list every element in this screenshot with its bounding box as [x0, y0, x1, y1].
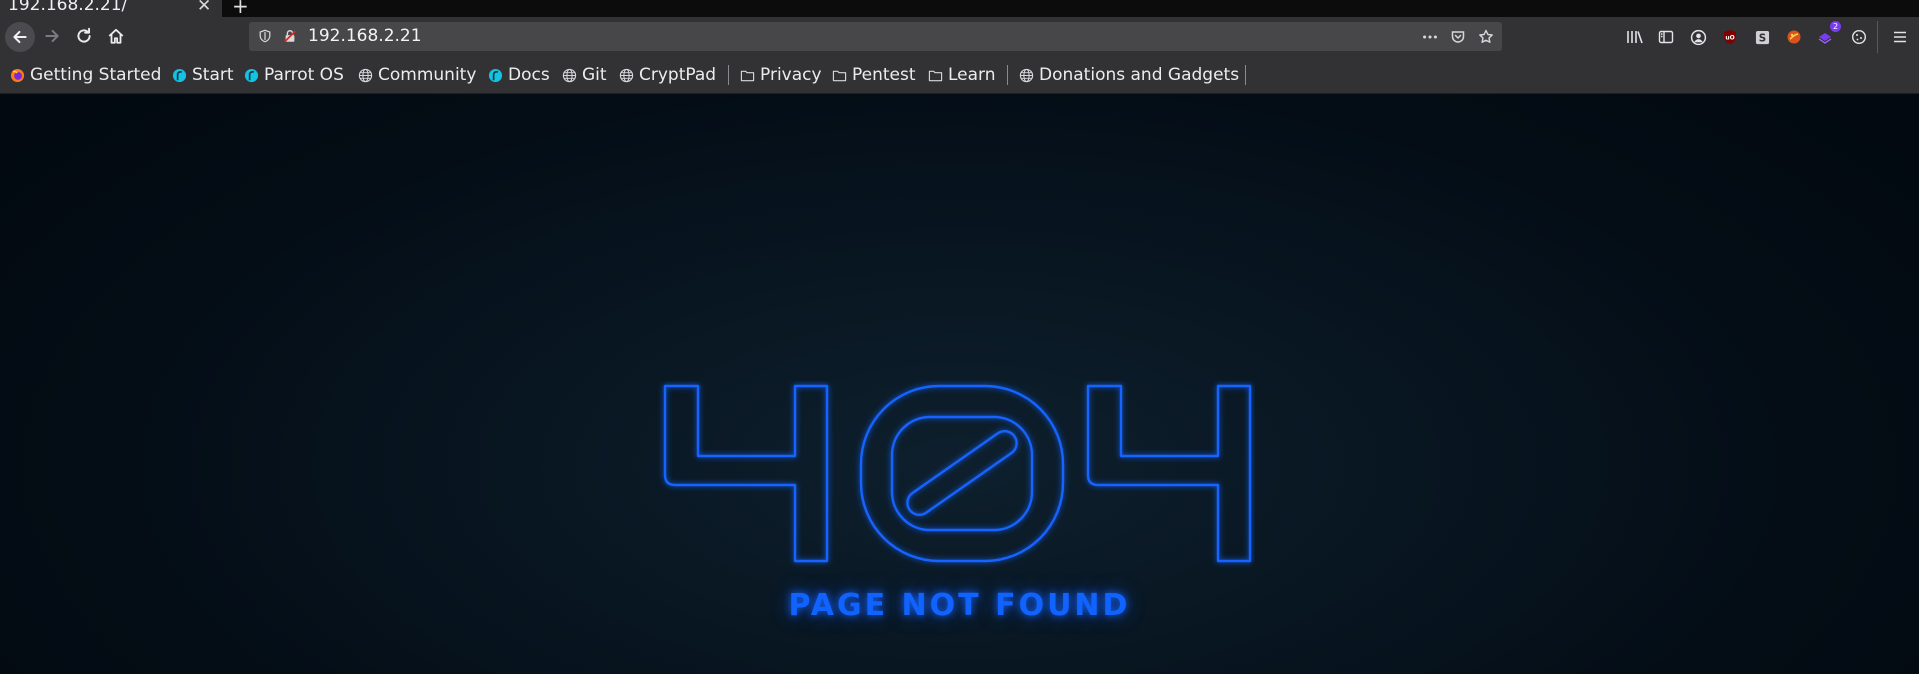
bookmark-docs[interactable]: Docs [488, 64, 550, 86]
url-bar[interactable]: 192.168.2.21 [249, 22, 1502, 51]
account-icon[interactable] [1687, 26, 1709, 48]
digit-four-right [1086, 384, 1252, 563]
globe-icon [619, 68, 634, 82]
bookmark-label: CryptPad [639, 65, 717, 85]
digit-zero-slash [906, 429, 1018, 517]
bookmark-community[interactable]: Community [358, 64, 476, 86]
bookmark-getting-started[interactable]: Getting Started [10, 64, 161, 86]
back-button[interactable] [5, 22, 35, 52]
reload-button[interactable] [70, 22, 98, 50]
tab-title: 192.168.2.21/ [8, 0, 128, 15]
forward-icon [45, 29, 59, 43]
firefox-icon [10, 68, 25, 82]
extension-s-icon[interactable]: S [1751, 26, 1773, 48]
home-button[interactable] [102, 22, 130, 50]
extension-orange-icon[interactable] [1783, 26, 1805, 48]
ublock-icon[interactable]: uO [1719, 26, 1741, 48]
navigation-toolbar: 192.168.2.21 uO S 2 [0, 17, 1919, 57]
bookmark-label: Pentest [852, 65, 916, 85]
bookmark-start[interactable]: Start [172, 64, 234, 86]
svg-text:S: S [1758, 32, 1765, 44]
sidebar-icon[interactable] [1655, 26, 1677, 48]
bookmark-label: Docs [508, 65, 550, 85]
forward-button[interactable] [38, 22, 66, 50]
digit-four-left [663, 384, 829, 563]
folder-icon [928, 70, 943, 81]
bookmark-git[interactable]: Git [562, 64, 607, 86]
error-404-graphic [663, 384, 1252, 563]
bookmarks-toolbar: Getting Started Start Parrot OS Communit… [0, 57, 1919, 94]
close-icon[interactable]: ✕ [197, 0, 211, 16]
menu-icon[interactable] [1889, 26, 1911, 48]
folder-icon [832, 70, 847, 81]
tracking-shield-icon[interactable] [257, 28, 273, 44]
back-icon [13, 30, 27, 44]
bookmark-donations-and-gadgets[interactable]: Donations and Gadgets [1019, 64, 1239, 86]
bookmark-cryptpad[interactable]: CryptPad [619, 64, 716, 86]
plus-icon[interactable]: + [232, 0, 249, 18]
bookmark-parrot-os[interactable]: Parrot OS [244, 64, 344, 86]
bookmark-star-icon[interactable] [1476, 27, 1496, 47]
bookmark-folder-privacy[interactable]: Privacy [740, 64, 822, 86]
folder-icon [740, 70, 755, 81]
bookmark-label: Donations and Gadgets [1039, 65, 1240, 85]
bookmark-folder-learn[interactable]: Learn [928, 64, 996, 86]
page-actions-icon[interactable] [1420, 27, 1440, 47]
bookmark-label: Parrot OS [264, 65, 344, 85]
bookmark-label: Git [582, 65, 607, 85]
extension-badge: 2 [1830, 21, 1842, 32]
bookmark-separator [1007, 65, 1008, 85]
parrot-icon [244, 68, 259, 82]
globe-icon [1019, 68, 1034, 82]
active-tab[interactable]: 192.168.2.21/ ✕ [0, 0, 222, 17]
bookmark-label: Getting Started [30, 65, 162, 85]
error-message: PAGE NOT FOUND [788, 588, 1131, 623]
toolbar-separator [1877, 21, 1878, 53]
globe-icon [562, 68, 577, 82]
bookmark-separator [1245, 65, 1246, 85]
bookmark-label: Start [192, 65, 234, 85]
home-icon [108, 28, 124, 44]
library-icon[interactable] [1624, 26, 1646, 48]
globe-icon [358, 68, 373, 82]
pocket-icon[interactable] [1448, 27, 1468, 47]
bookmark-label: Privacy [760, 65, 822, 85]
cookie-icon[interactable] [1848, 26, 1870, 48]
bookmark-label: Learn [948, 65, 996, 85]
reload-icon [77, 27, 91, 43]
url-text[interactable]: 192.168.2.21 [308, 26, 422, 46]
insecure-lock-icon[interactable] [282, 28, 298, 44]
page-content: PAGE NOT FOUND [0, 94, 1919, 674]
bookmark-label: Community [378, 65, 477, 85]
svg-text:uO: uO [1725, 35, 1734, 42]
parrot-icon [172, 68, 187, 82]
bookmark-separator [728, 65, 729, 85]
tab-strip: 192.168.2.21/ ✕ + [0, 0, 1919, 18]
parrot-icon [488, 68, 503, 82]
bookmark-folder-pentest[interactable]: Pentest [832, 64, 916, 86]
